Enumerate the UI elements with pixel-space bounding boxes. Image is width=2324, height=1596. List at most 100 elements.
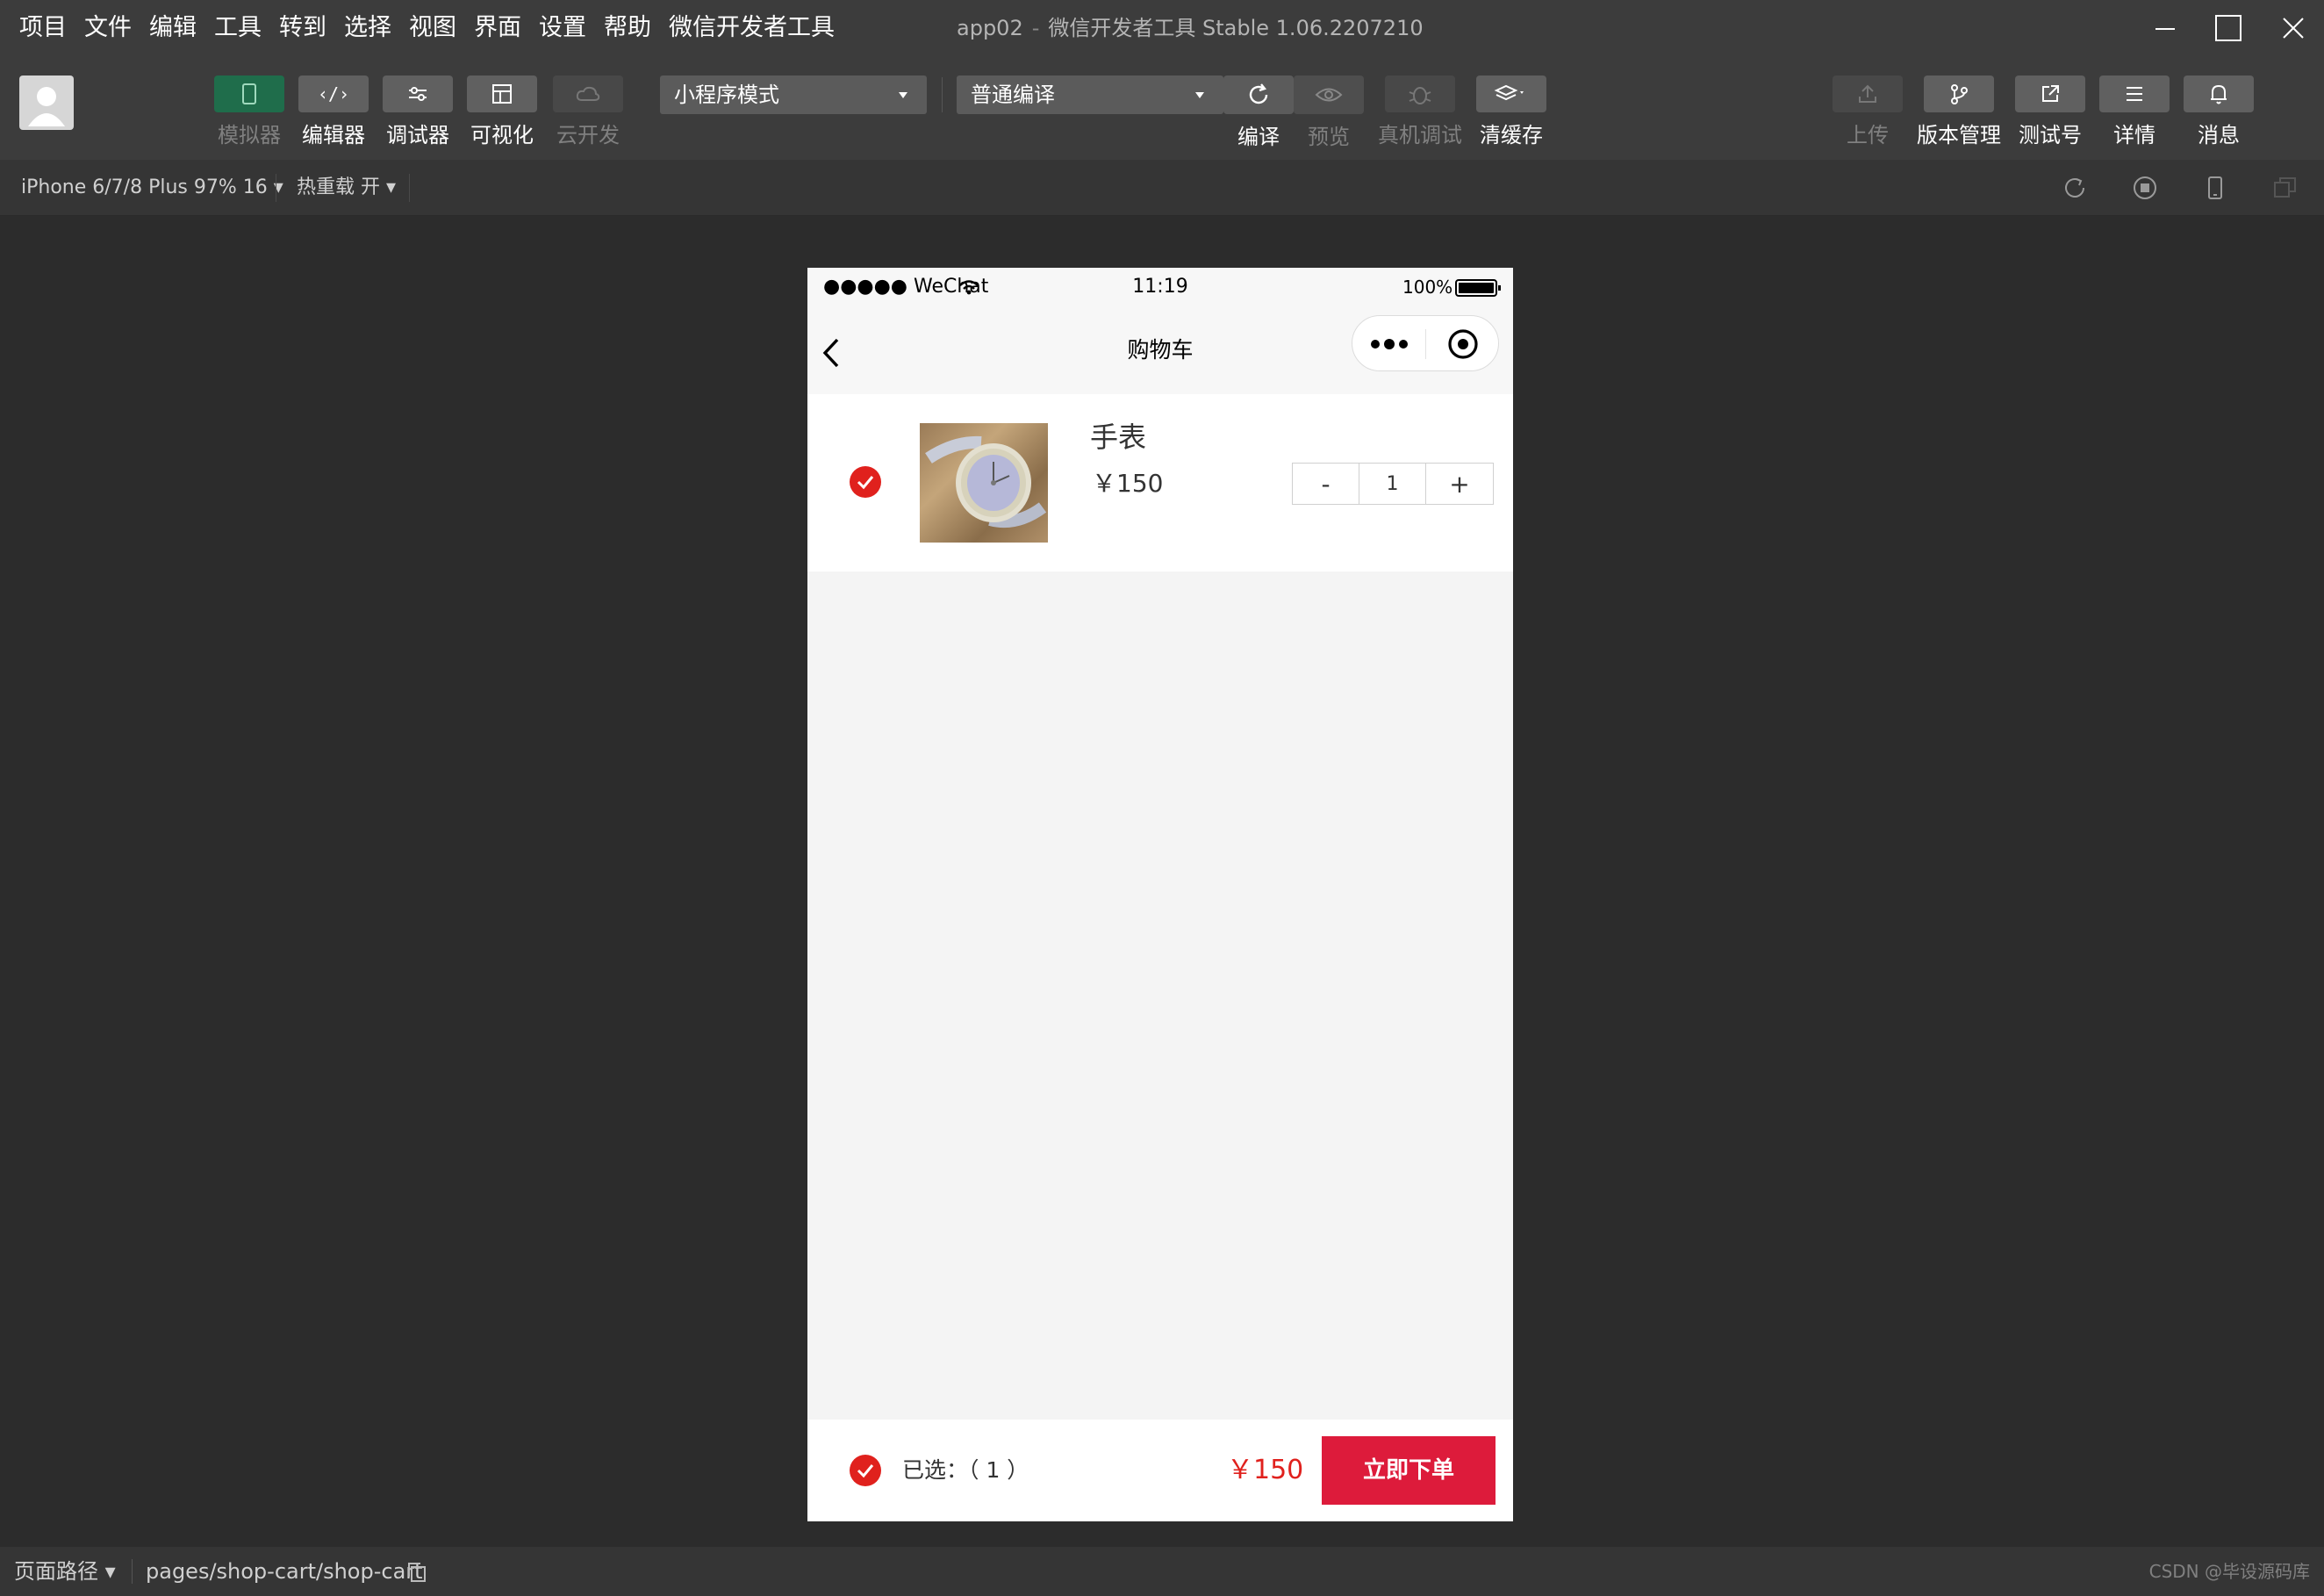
hot-reload-toggle[interactable]: 热重载 开 ▾ [297,160,396,216]
preview-toggle[interactable] [1294,75,1364,114]
messages-button[interactable]: 消息 [2184,75,2254,147]
menu-view[interactable]: 视图 [409,0,456,56]
page-path-dropdown[interactable]: 页面路径 ▾ [14,1547,116,1596]
copy-icon[interactable] [405,1561,428,1584]
branch-icon [1951,84,1968,104]
window-title-rest: 微信开发者工具 Stable 1.06.2207210 [1048,16,1424,40]
clear-cache-button[interactable]: 清缓存 [1476,75,1546,147]
compile-toggle[interactable] [1223,75,1294,114]
place-order-button[interactable]: 立即下单 [1322,1436,1496,1505]
device-select[interactable]: iPhone 6/7/8 Plus 97% 16 ▾ [21,160,283,216]
close-mini-program-icon[interactable] [1445,327,1481,362]
product-image[interactable] [920,423,1048,543]
toolbar: 模拟器 ‹/› 编辑器 调试器 可视化 云开发 小程序模式 普通编译 编译 预览… [0,56,2324,160]
more-icon[interactable] [1370,334,1412,355]
product-price: ￥150 [1092,469,1164,498]
device-icon[interactable] [2201,174,2229,202]
battery-icon [1455,279,1501,297]
remote-debug-toggle[interactable] [1385,75,1455,112]
maximize-button[interactable] [2198,0,2259,56]
messages-toggle[interactable] [2184,75,2254,112]
close-icon [2283,18,2304,39]
window-title-app: app02 [957,16,1023,40]
cloud-button[interactable]: 云开发 [553,75,623,147]
upload-icon [1859,84,1876,103]
test-account-button[interactable]: 测试号 [2015,75,2085,147]
detach-window-icon[interactable] [2271,174,2299,202]
increment-button[interactable]: + [1426,464,1493,504]
debugger-button[interactable]: 调试器 [383,75,453,147]
external-link-icon [2042,85,2059,102]
rotate-icon[interactable] [2061,174,2089,202]
sliders-icon [409,87,427,101]
statusbar-divider [132,1559,133,1584]
version-mgmt-toggle[interactable] [1924,75,1994,112]
status-bar: 页面路径 ▾ pages/shop-cart/shop-cart CSDN @毕… [0,1547,2324,1596]
menu-icon [2127,87,2142,101]
quantity-stepper: - 1 + [1292,463,1494,505]
menu-file[interactable]: 文件 [84,0,132,56]
remote-debug-label: 真机调试 [1378,123,1462,147]
user-icon [28,87,65,126]
menu-settings[interactable]: 设置 [539,0,586,56]
test-account-toggle[interactable] [2015,75,2085,112]
editor-button[interactable]: ‹/› 编辑器 [298,75,369,147]
visual-toggle[interactable] [467,75,537,112]
watermark: CSDN @毕设源码库 [2148,1561,2310,1582]
cloud-label: 云开发 [556,123,620,147]
phone-nav-bar: 购物车 [807,306,1513,394]
clear-cache-toggle[interactable] [1476,75,1546,112]
close-button[interactable] [2263,0,2324,56]
upload-button[interactable]: 上传 [1833,75,1903,147]
decrement-button[interactable]: - [1293,464,1359,504]
preview-button[interactable]: 预览 [1294,75,1364,149]
bug-icon [1409,87,1431,104]
remote-debug-button[interactable]: 真机调试 [1378,75,1462,147]
watch-image [925,435,1047,528]
quantity-value[interactable]: 1 [1359,464,1426,504]
menu-project[interactable]: 项目 [19,0,67,56]
eye-icon [1315,88,1343,102]
devtools-window: 项目 文件 编辑 工具 转到 选择 视图 界面 设置 帮助 微信开发者工具 ap… [0,0,2324,1596]
version-mgmt-label: 版本管理 [1917,123,2001,147]
menu-help[interactable]: 帮助 [604,0,651,56]
menu-goto[interactable]: 转到 [279,0,326,56]
upload-toggle[interactable] [1833,75,1903,112]
select-all-checkbox[interactable] [850,1455,881,1486]
cart-footer: 已选：（ 1 ） ￥150 立即下单 [807,1420,1513,1521]
version-mgmt-button[interactable]: 版本管理 [1917,75,2001,147]
subbar-divider [409,174,410,202]
avatar[interactable] [19,75,74,130]
minimize-button[interactable] [2134,0,2196,56]
menu-tools[interactable]: 工具 [214,0,262,56]
menu-interface[interactable]: 界面 [474,0,521,56]
visual-button[interactable]: 可视化 [467,75,537,147]
mode-select[interactable]: 小程序模式 [660,75,927,114]
menu-select[interactable]: 选择 [344,0,391,56]
layout-icon [492,84,512,104]
details-toggle[interactable] [2099,75,2170,112]
item-checkbox[interactable] [850,466,881,498]
preview-label: 预览 [1308,125,1350,149]
product-name: 手表 [1090,421,1147,454]
simulator-bar: iPhone 6/7/8 Plus 97% 16 ▾ 热重载 开 ▾ [0,160,2324,216]
phone-status-bar: ●●●●● WeChat 11:19 100% [807,268,1513,306]
code-icon: ‹/› [317,83,350,104]
menu-edit[interactable]: 编辑 [149,0,197,56]
total-price: ￥150 [1227,1455,1304,1485]
debugger-toggle[interactable] [383,75,453,112]
record-icon[interactable] [2131,174,2159,202]
page-path: pages/shop-cart/shop-cart [146,1559,423,1584]
selected-count: 已选：（ 1 ） [902,1457,1029,1483]
menu-wechat-devtools[interactable]: 微信开发者工具 [669,0,835,56]
cloud-toggle[interactable] [553,75,623,112]
phone-simulator: ●●●●● WeChat 11:19 100% 购物车 手表 ￥150 - 1 … [807,268,1513,1521]
cloud-icon [576,86,600,101]
capsule-divider [1425,329,1426,359]
editor-toggle[interactable]: ‹/› [298,75,369,112]
details-button[interactable]: 详情 [2099,75,2170,147]
simulator-toggle[interactable] [214,75,284,112]
refresh-icon [1249,83,1268,104]
compile-select[interactable]: 普通编译 [957,75,1223,114]
simulator-button[interactable]: 模拟器 [214,75,284,147]
